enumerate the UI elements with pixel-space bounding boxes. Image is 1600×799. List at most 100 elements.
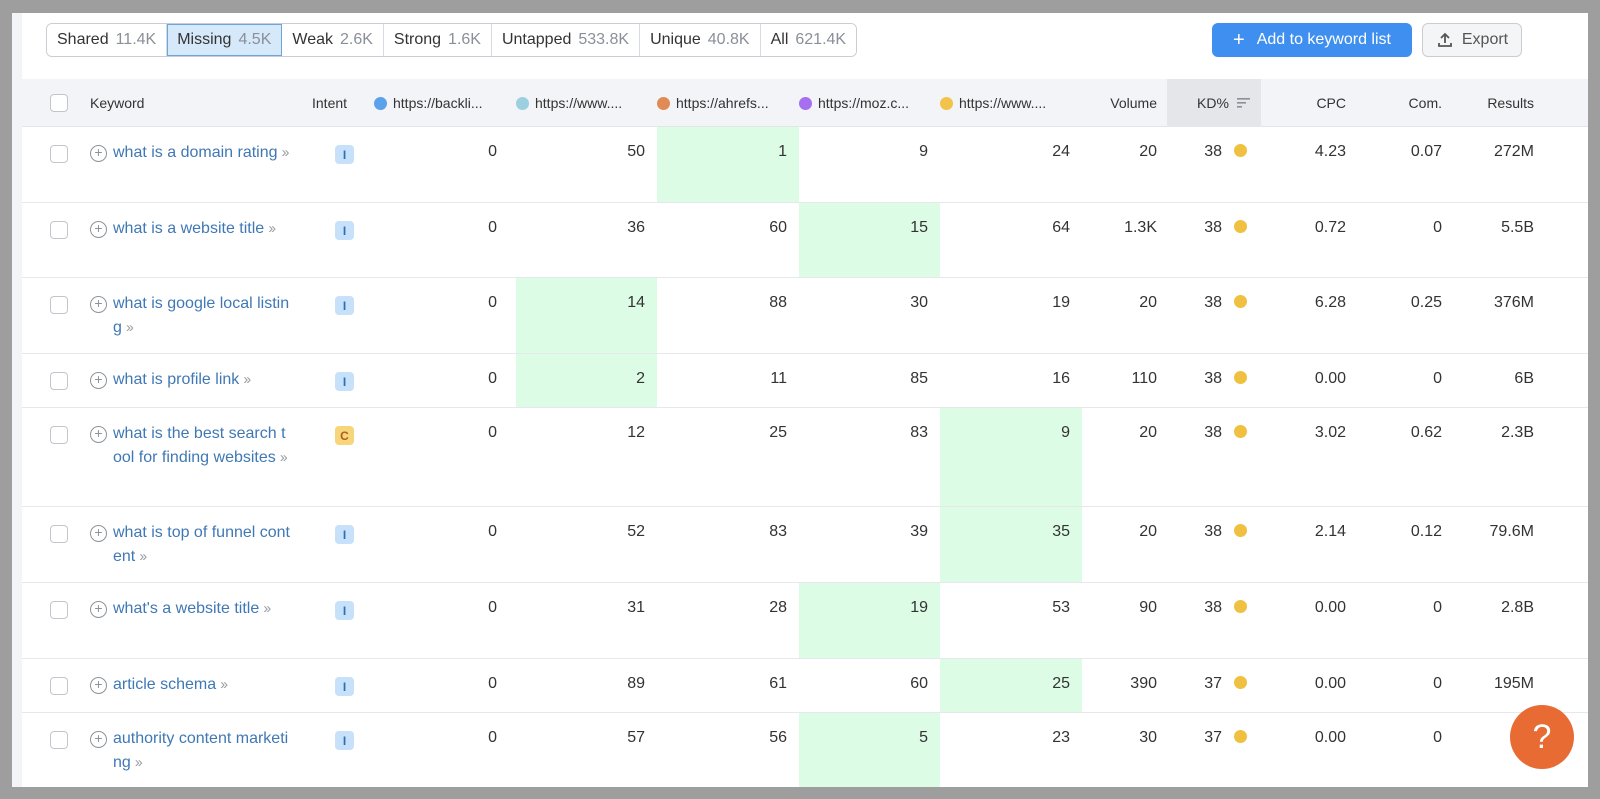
- keyword-link[interactable]: what is top of funnel content ››: [113, 521, 290, 569]
- help-button[interactable]: ?: [1510, 705, 1574, 769]
- col-keyword[interactable]: Keyword: [90, 79, 144, 127]
- position-cell: 0: [374, 583, 497, 658]
- export-button[interactable]: Export: [1422, 23, 1522, 57]
- add-keyword-icon[interactable]: +: [90, 525, 107, 542]
- position-cell: 53: [940, 583, 1082, 658]
- keyword-link[interactable]: authority content marketing ››: [113, 727, 290, 775]
- add-to-keyword-list-button[interactable]: + Add to keyword list: [1212, 23, 1412, 57]
- row-checkbox[interactable]: [50, 677, 68, 695]
- filter-unique[interactable]: Unique 40.8K: [640, 24, 761, 56]
- com-cell: 0.25: [1410, 294, 1442, 311]
- position-value: 35: [1052, 523, 1070, 540]
- volume-cell: 110: [1131, 370, 1157, 387]
- results-cell: 272M: [1493, 143, 1534, 160]
- col-domain-4[interactable]: https://moz.c...: [799, 79, 909, 127]
- col-volume[interactable]: Volume: [1082, 79, 1157, 127]
- volume-cell: 20: [1139, 424, 1157, 441]
- row-checkbox[interactable]: [50, 221, 68, 239]
- domain-color-dot-icon: [799, 96, 812, 110]
- position-value: 14: [627, 294, 645, 311]
- kd-difficulty-dot-icon: [1234, 220, 1247, 233]
- filter-shared[interactable]: Shared 11.4K: [47, 24, 168, 56]
- position-cell: 0: [374, 203, 497, 277]
- keyword-link[interactable]: what is a domain rating ››: [113, 141, 290, 165]
- position-cell: 0: [374, 507, 497, 582]
- keyword-cell: + what is google local listing ››: [90, 292, 290, 340]
- chevron-double-right-icon[interactable]: ››: [282, 144, 290, 161]
- col-domain-5[interactable]: https://www....: [940, 79, 1046, 127]
- table-row: 0 57 56 5 23 + authority content marketing ›› I…: [22, 713, 1588, 787]
- row-checkbox[interactable]: [50, 296, 68, 314]
- row-checkbox[interactable]: [50, 601, 68, 619]
- volume-cell: 20: [1139, 143, 1157, 160]
- add-keyword-icon[interactable]: +: [90, 145, 107, 162]
- row-checkbox[interactable]: [50, 525, 68, 543]
- keyword-link[interactable]: what is profile link ››: [113, 368, 251, 392]
- select-all-checkbox[interactable]: [50, 94, 68, 112]
- filter-strong[interactable]: Strong 1.6K: [383, 24, 492, 56]
- domain-label: https://backli...: [393, 95, 483, 111]
- add-keyword-icon[interactable]: +: [90, 677, 107, 694]
- filter-label: Unique: [650, 31, 701, 48]
- chevron-double-right-icon[interactable]: ››: [126, 319, 134, 336]
- chevron-double-right-icon[interactable]: ››: [220, 676, 228, 693]
- col-intent[interactable]: Intent: [312, 79, 347, 127]
- row-checkbox[interactable]: [50, 426, 68, 444]
- kd-difficulty-dot-icon: [1234, 676, 1247, 689]
- add-keyword-icon[interactable]: +: [90, 372, 107, 389]
- col-domain-3[interactable]: https://ahrefs...: [657, 79, 769, 127]
- add-keyword-icon[interactable]: +: [90, 221, 107, 238]
- keyword-link[interactable]: what is a website title ››: [113, 217, 276, 241]
- chevron-double-right-icon[interactable]: ››: [135, 754, 143, 771]
- upload-icon: [1437, 32, 1452, 47]
- col-cpc[interactable]: CPC: [1272, 79, 1346, 127]
- filter-missing[interactable]: Missing 4.5K: [167, 24, 283, 56]
- col-com[interactable]: Com.: [1352, 79, 1442, 127]
- col-kd[interactable]: KD%: [1167, 79, 1261, 127]
- add-keyword-icon[interactable]: +: [90, 601, 107, 618]
- position-cell: 85: [799, 354, 940, 407]
- filter-label: Shared: [57, 31, 109, 48]
- keyword-link[interactable]: what is the best search tool for finding…: [113, 422, 290, 470]
- volume-cell: 20: [1139, 523, 1157, 540]
- kd-value: 37: [1204, 729, 1222, 746]
- add-keyword-icon[interactable]: +: [90, 731, 107, 748]
- keyword-link[interactable]: article schema ››: [113, 673, 228, 697]
- filter-untapped[interactable]: Untapped 533.8K: [491, 24, 641, 56]
- domain-color-dot-icon: [516, 96, 529, 110]
- col-domain-1[interactable]: https://backli...: [374, 79, 482, 127]
- row-checkbox[interactable]: [50, 145, 68, 163]
- row-checkbox[interactable]: [50, 731, 68, 749]
- add-keyword-icon[interactable]: +: [90, 426, 107, 443]
- chevron-double-right-icon[interactable]: ››: [243, 371, 251, 388]
- position-value: 0: [488, 219, 497, 236]
- filter-all[interactable]: All 621.4K: [760, 24, 857, 56]
- com-cell: 0: [1433, 219, 1442, 236]
- position-value: 0: [488, 599, 497, 616]
- col-domain-2[interactable]: https://www....: [516, 79, 622, 127]
- table-row: 0 14 88 30 19 + what is google local listing ››…: [22, 278, 1588, 354]
- col-results[interactable]: Results: [1452, 79, 1534, 127]
- position-value: 88: [769, 294, 787, 311]
- position-value: 64: [1052, 219, 1070, 236]
- position-value: 0: [488, 294, 497, 311]
- filter-weak[interactable]: Weak 2.6K: [282, 24, 384, 56]
- chevron-double-right-icon[interactable]: ››: [280, 449, 288, 466]
- chevron-double-right-icon[interactable]: ››: [268, 220, 276, 237]
- col-kd-label: KD%: [1197, 95, 1229, 111]
- keyword-link[interactable]: what is google local listing ››: [113, 292, 290, 340]
- position-cell: 9: [940, 408, 1082, 506]
- toolbar: Shared 11.4K Missing 4.5K Weak 2.6K Strong 1.6K…: [22, 13, 1588, 79]
- position-cell: 50: [516, 127, 657, 202]
- row-checkbox[interactable]: [50, 372, 68, 390]
- add-keyword-icon[interactable]: +: [90, 296, 107, 313]
- chevron-double-right-icon[interactable]: ››: [139, 548, 147, 565]
- chevron-double-right-icon[interactable]: ››: [263, 600, 271, 617]
- position-value: 85: [910, 370, 928, 387]
- kd-cell: 38: [1167, 507, 1247, 582]
- position-cell: 28: [657, 583, 799, 658]
- position-value: 30: [910, 294, 928, 311]
- keyword-link[interactable]: what's a website title ››: [113, 597, 271, 621]
- kd-cell: 37: [1167, 659, 1247, 712]
- table-row: 0 36 60 15 64 + what is a website title ›› I 1.3…: [22, 203, 1588, 278]
